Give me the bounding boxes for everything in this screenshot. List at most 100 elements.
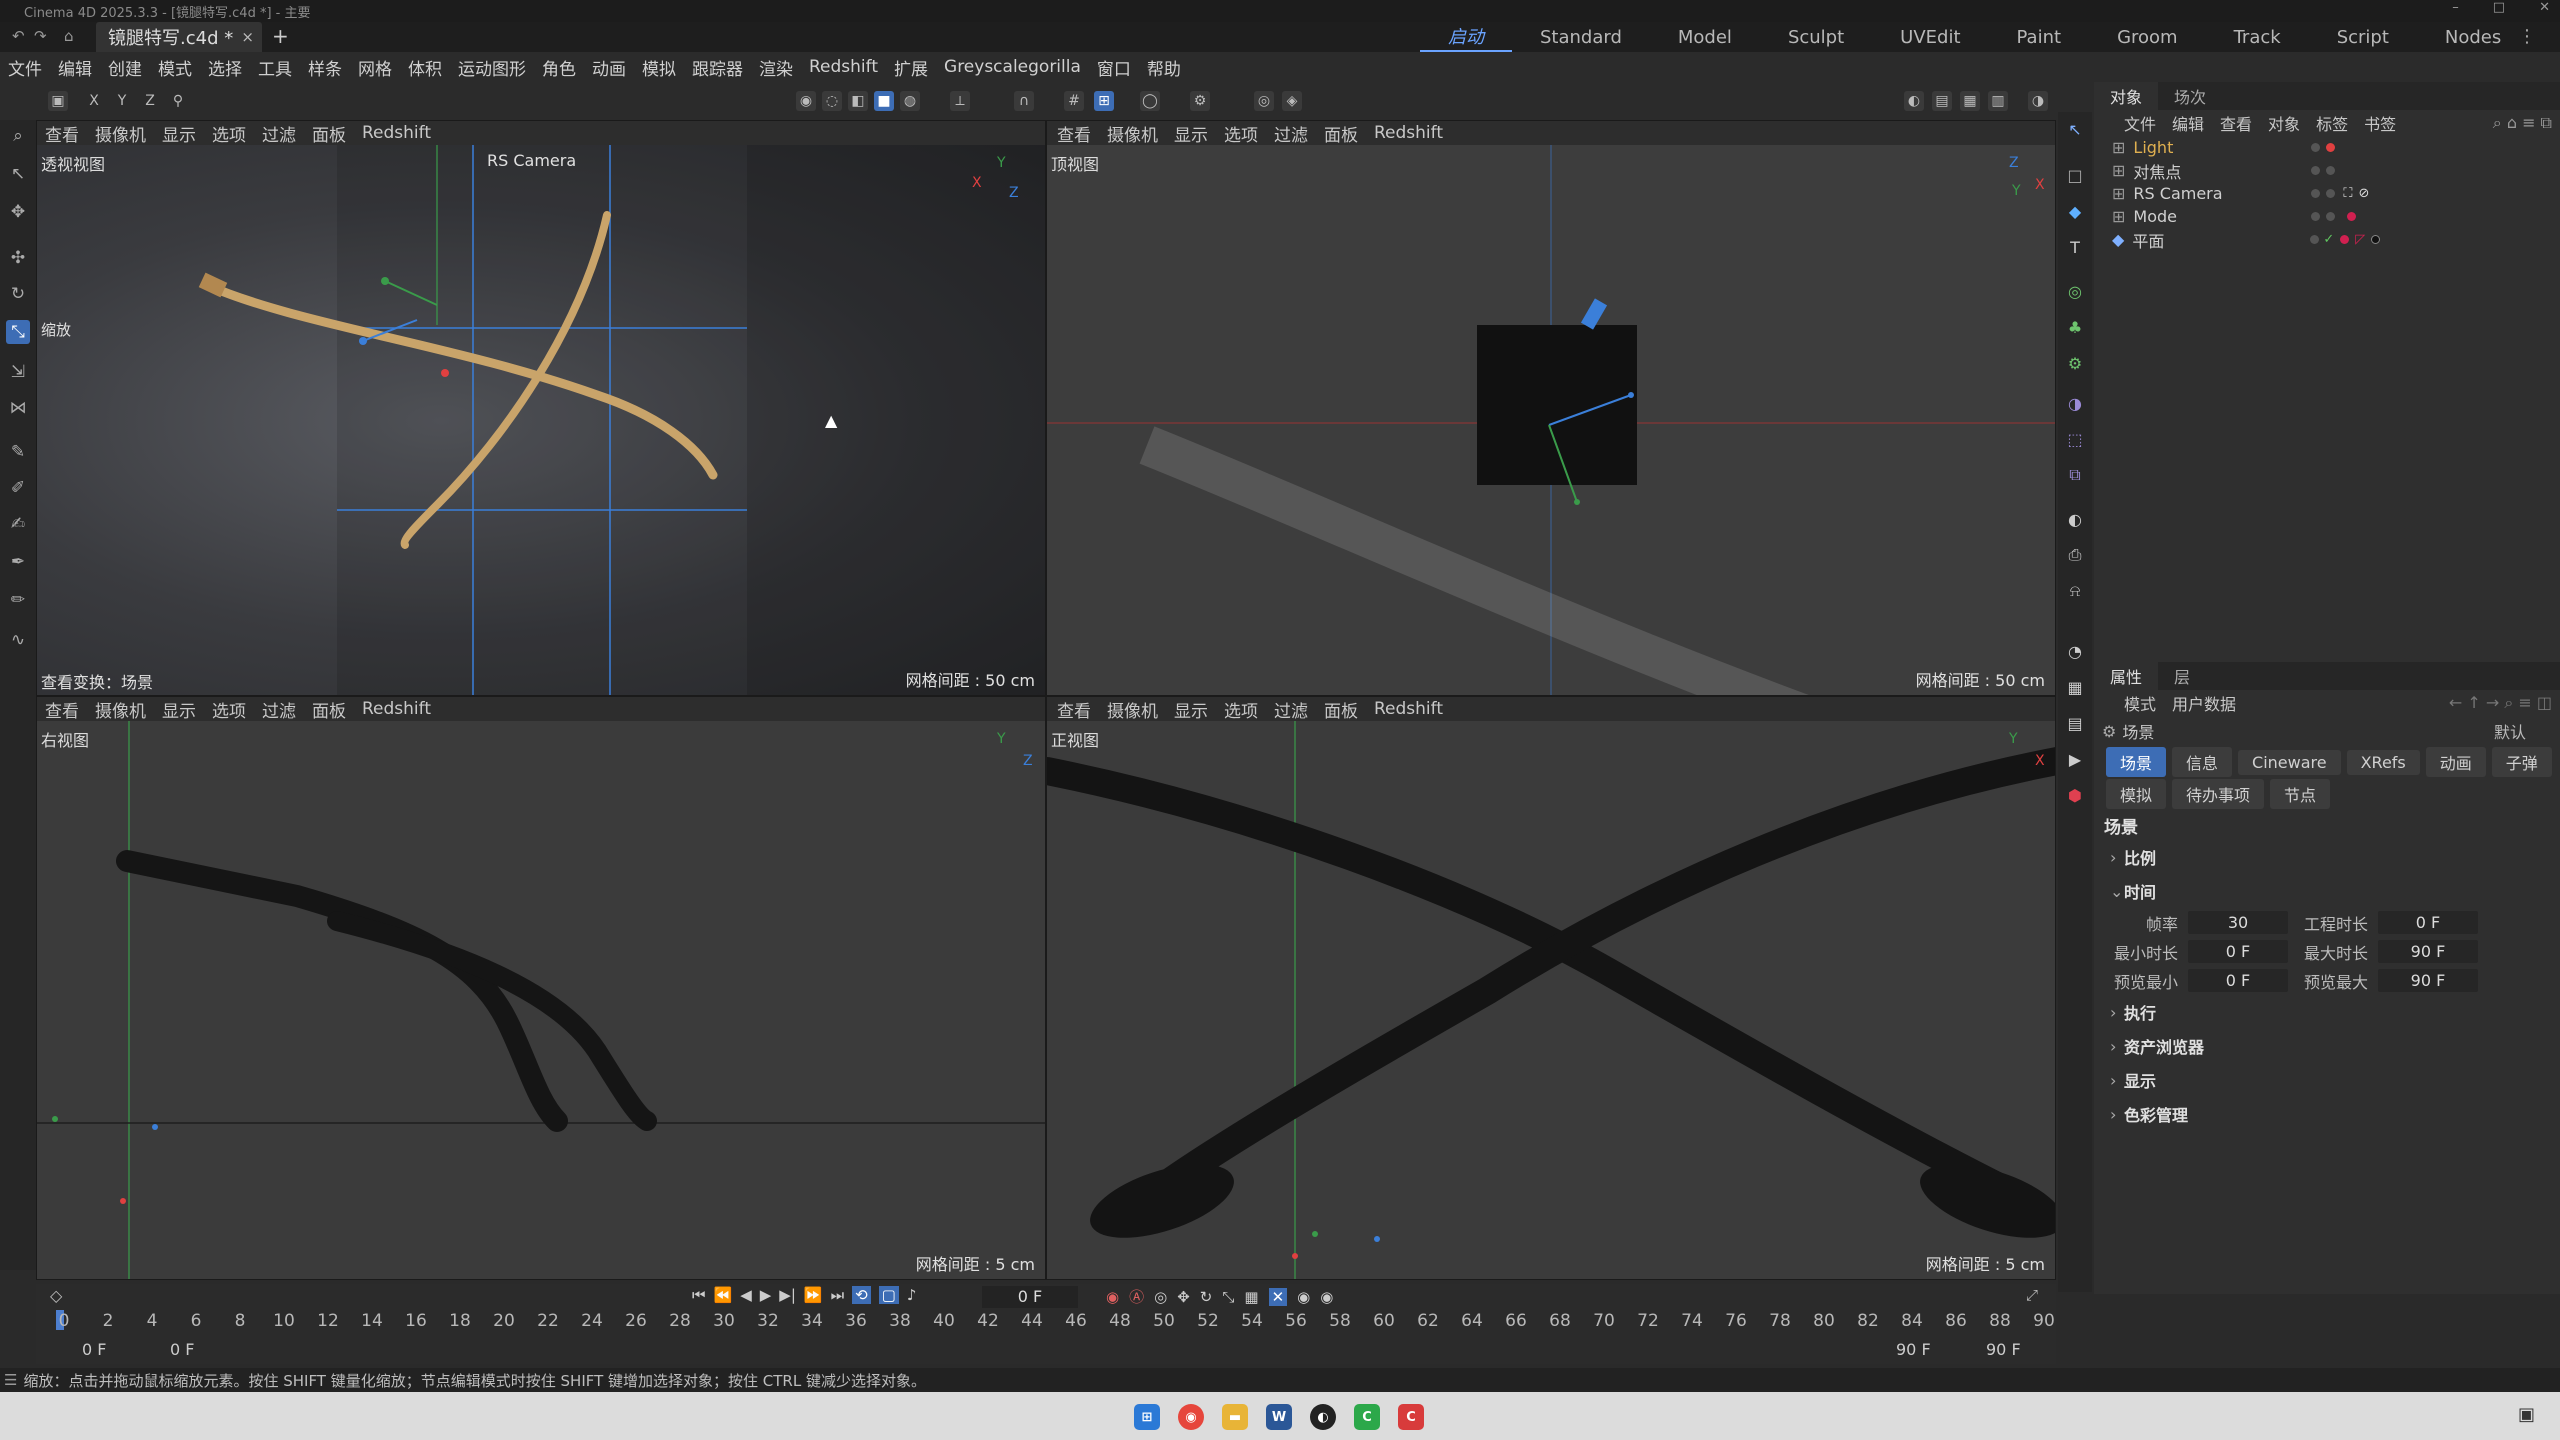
preview-min-field[interactable]: 0 F <box>2188 969 2288 992</box>
vp-menu-options[interactable]: 选项 <box>1224 121 1258 146</box>
redshift-renderview-icon[interactable]: ◑ <box>2028 91 2048 111</box>
object-name[interactable]: RS Camera <box>2133 184 2233 203</box>
range-start-field[interactable]: 0 F <box>82 1340 106 1359</box>
soft-selection-icon[interactable]: ◎ <box>1254 91 1274 111</box>
position-key-icon[interactable]: ✥ <box>1177 1288 1190 1306</box>
visibility-icon[interactable] <box>2311 212 2321 221</box>
stage-icon[interactable]: ◔ <box>2064 640 2086 662</box>
model-mode-icon[interactable]: ◉ <box>796 91 816 111</box>
vp-menu-redshift[interactable]: Redshift <box>362 699 431 719</box>
plane-object-icon[interactable]: ◆ <box>2112 230 2124 249</box>
preview-start-field[interactable]: 0 F <box>170 1340 194 1359</box>
obj-menu-bookmarks[interactable]: 书签 <box>2364 111 2396 135</box>
menu-mode[interactable]: 模式 <box>158 55 192 80</box>
menu-simulate[interactable]: 模拟 <box>642 55 676 80</box>
camera-tag-icon[interactable]: ⛶ <box>2343 186 2352 201</box>
vp-menu-options[interactable]: 选项 <box>1224 697 1258 722</box>
object-name[interactable]: 平面 <box>2132 228 2232 252</box>
go-to-start-icon[interactable]: ⏮ <box>692 1286 706 1304</box>
menu-create[interactable]: 创建 <box>108 55 142 80</box>
attr-tab-bullet[interactable]: 子弹 <box>2491 747 2552 777</box>
attr-tab-animation[interactable]: 动画 <box>2425 747 2486 777</box>
render-visibility-icon[interactable] <box>2326 143 2336 152</box>
home-icon[interactable]: ⌂ <box>64 27 74 45</box>
axis-lock-z[interactable]: Z <box>140 91 160 111</box>
menu-render[interactable]: 渲染 <box>759 55 793 80</box>
object-row-rs-camera[interactable]: ⊞ RS Camera ⛶ ⊘ <box>2094 182 2560 205</box>
search-icon[interactable]: ⌕ ⌂ ≡ ⧉ <box>2493 113 2552 133</box>
object-name[interactable]: 对焦点 <box>2133 159 2233 183</box>
spline-icon[interactable]: ⬚ <box>2064 428 2086 450</box>
layout-tab-standard[interactable]: Standard <box>1512 22 1650 52</box>
menu-select[interactable]: 选择 <box>208 55 242 80</box>
menu-tracker[interactable]: 跟踪器 <box>692 55 743 80</box>
layout-tab-script[interactable]: Script <box>2309 22 2417 52</box>
symmetry-icon[interactable]: ⚙ <box>1190 91 1210 111</box>
preset-dropdown[interactable]: 默认 <box>2494 719 2526 743</box>
magnet-icon[interactable]: ∩ <box>1014 91 1034 111</box>
vp-menu-camera[interactable]: 摄像机 <box>95 697 146 722</box>
maximize-button[interactable]: □ <box>2493 0 2505 22</box>
vp-menu-panel[interactable]: 面板 <box>1324 121 1358 146</box>
vp-menu-panel[interactable]: 面板 <box>312 697 346 722</box>
texture-tag-icon[interactable]: ◸ <box>2355 232 2365 247</box>
polygons-mode-icon[interactable]: ■ <box>874 91 894 111</box>
range-end-field[interactable]: 90 F <box>1986 1340 2021 1359</box>
magnet-tool-icon[interactable]: ∿ <box>6 628 30 652</box>
preview-max-field[interactable]: 90 F <box>2378 969 2478 992</box>
render-visibility-icon[interactable] <box>2326 212 2336 221</box>
field-icon[interactable]: ◑ <box>2064 392 2086 414</box>
cube-icon[interactable]: ◆ <box>2064 200 2086 222</box>
interp-icon[interactable]: ◉ <box>1320 1288 1333 1306</box>
layout-tab-paint[interactable]: Paint <box>1989 22 2090 52</box>
vp-menu-options[interactable]: 选项 <box>212 121 246 146</box>
attr-tab-simulation[interactable]: 模拟 <box>2106 779 2167 809</box>
render-icon[interactable]: ▶ <box>2064 748 2086 770</box>
object-row-plane[interactable]: ◆ 平面 ✓ ◸ <box>2094 228 2560 251</box>
group-display[interactable]: › 显示 <box>2094 1063 2560 1097</box>
rotate-tool-icon[interactable]: ↻ <box>6 282 30 306</box>
fps-field[interactable]: 30 <box>2188 911 2288 934</box>
select-tool-icon[interactable]: ↖ <box>6 162 30 186</box>
menu-character[interactable]: 角色 <box>542 55 576 80</box>
minimize-button[interactable]: – <box>2452 0 2459 22</box>
max-time-field[interactable]: 90 F <box>2378 940 2478 963</box>
arrow-icon[interactable]: ↖ <box>2064 118 2086 140</box>
attr-tab-cineware[interactable]: Cineware <box>2238 749 2341 775</box>
render-view-icon[interactable]: ◐ <box>1904 91 1924 111</box>
render-region-icon[interactable]: ▤ <box>1932 91 1952 111</box>
rotation-key-icon[interactable]: ↻ <box>1200 1288 1213 1306</box>
vp-menu-camera[interactable]: 摄像机 <box>95 121 146 146</box>
sketch-tool-icon[interactable]: ✏ <box>6 588 30 612</box>
word-icon[interactable]: W <box>1266 1404 1292 1430</box>
play-icon[interactable]: ▶ <box>760 1286 772 1304</box>
expand-icon[interactable]: ⊞ <box>2112 207 2125 226</box>
go-to-end-icon[interactable]: ⏭ <box>831 1286 845 1304</box>
vp-menu-filter[interactable]: 过滤 <box>1274 121 1308 146</box>
vp-menu-camera[interactable]: 摄像机 <box>1107 121 1158 146</box>
vp-menu-filter[interactable]: 过滤 <box>262 121 296 146</box>
check-icon[interactable]: ✓ <box>2323 232 2334 247</box>
group-asset-browser[interactable]: › 资产浏览器 <box>2094 1029 2560 1063</box>
viewport-top[interactable]: 查看 摄像机 显示 选项 过滤 面板 Redshift Z Y X 顶视图 网格… <box>1046 120 2056 696</box>
menu-volume[interactable]: 体积 <box>408 55 442 80</box>
menu-mesh[interactable]: 网格 <box>358 55 392 80</box>
obj-menu-edit[interactable]: 编辑 <box>2172 111 2204 135</box>
next-key-icon[interactable]: ⏩ <box>804 1286 823 1304</box>
uv-mode-icon[interactable]: ◍ <box>900 91 920 111</box>
visibility-icon[interactable] <box>2311 143 2321 152</box>
wechat-icon[interactable]: C <box>1354 1404 1380 1430</box>
transform-tool-icon[interactable]: ⇲ <box>6 360 30 384</box>
vp-menu-options[interactable]: 选项 <box>212 697 246 722</box>
render-visibility-icon[interactable] <box>2326 189 2336 198</box>
viewport-perspective[interactable]: 查看 摄像机 显示 选项 过滤 面板 Redshift Y X Z 透视视图 R… <box>36 120 1046 696</box>
menu-extensions[interactable]: 扩展 <box>894 55 928 80</box>
group-color-management[interactable]: › 色彩管理 <box>2094 1097 2560 1131</box>
obj-menu-file[interactable]: 文件 <box>2124 111 2156 135</box>
deformer-icon[interactable]: ⚙ <box>2064 352 2086 374</box>
attr-tab-info[interactable]: 信息 <box>2172 747 2233 777</box>
vp-menu-display[interactable]: 显示 <box>162 697 196 722</box>
object-name[interactable]: Mode <box>2133 207 2233 226</box>
expand-icon[interactable]: ⊞ <box>2112 161 2125 180</box>
vp-menu-camera[interactable]: 摄像机 <box>1107 697 1158 722</box>
